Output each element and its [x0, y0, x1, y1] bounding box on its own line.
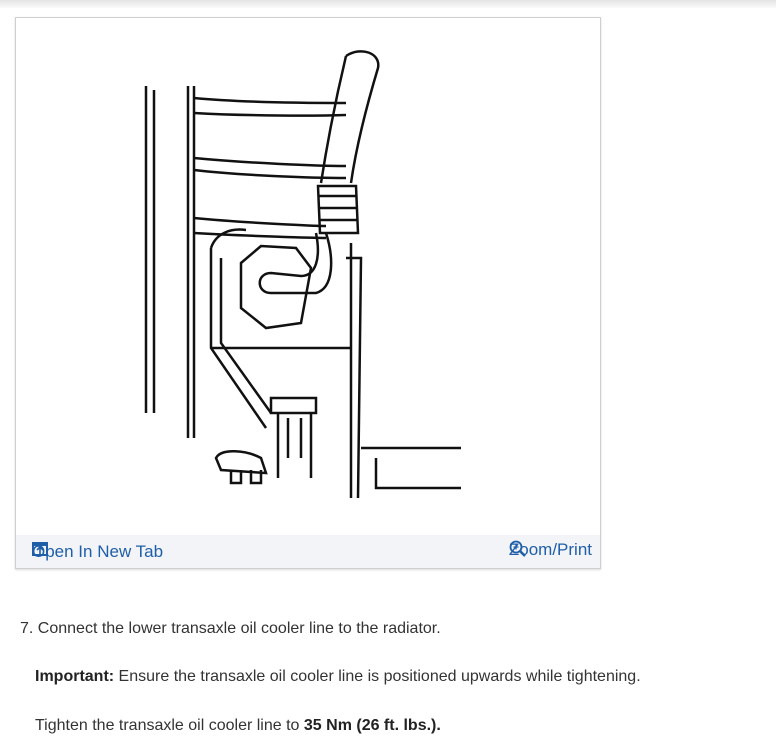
zoom-in-icon — [509, 540, 526, 557]
oil-cooler-line-diagram — [144, 50, 461, 499]
step-number: 7. — [20, 620, 34, 637]
important-text: Ensure the transaxle oil cooler line is … — [114, 668, 641, 685]
torque-suffix: . — [436, 717, 441, 734]
torque-spec: Tighten the transaxle oil cooler line to… — [35, 717, 441, 735]
important-label: Important: — [35, 668, 115, 685]
step-text: Connect the lower transaxle oil cooler l… — [37, 620, 441, 637]
torque-prefix: Tighten the transaxle oil cooler line to — [35, 717, 304, 734]
open-in-new-tab-link[interactable]: Open In New Tab — [32, 542, 163, 562]
open-in-new-tab-label: Open In New Tab — [32, 542, 164, 561]
zoom-print-link[interactable]: Zoom/Print — [509, 540, 592, 560]
step-7: 7. Connect the lower transaxle oil coole… — [20, 620, 441, 638]
top-bar — [0, 0, 776, 8]
figure-container: Open In New Tab Zoom/Print — [15, 17, 601, 569]
torque-value: 35 Nm (26 ft. lbs.) — [303, 717, 437, 734]
important-note: Important: Ensure the transaxle oil cool… — [35, 668, 641, 686]
open-new-tab-icon — [32, 542, 48, 556]
figure-footer: Open In New Tab Zoom/Print — [16, 535, 600, 568]
